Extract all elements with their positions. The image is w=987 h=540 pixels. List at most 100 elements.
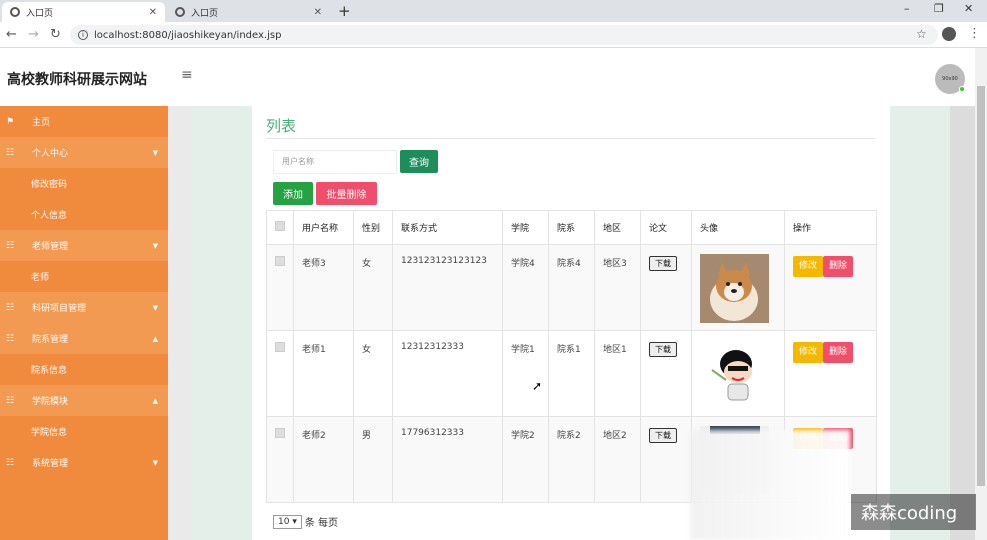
online-status-icon (959, 86, 965, 92)
column-header: 头像 (691, 210, 785, 245)
download-button[interactable]: 下载 (649, 256, 677, 271)
sidebar-item-label: 系统管理 (32, 459, 69, 469)
hamburger-menu-icon[interactable]: ≡ (181, 67, 193, 83)
restore-button[interactable]: ❐ (934, 2, 944, 15)
chevron-up-icon: ▲ (152, 334, 158, 343)
cell-actions: 修改删除 (784, 244, 877, 331)
cell-name: 老师2 (293, 416, 354, 503)
sidebar-item-label: 主页 (32, 118, 51, 128)
sidebar-item-label: 学院信息 (31, 428, 68, 438)
divider (266, 138, 876, 139)
sidebar-item-college-module[interactable]: ☷ 学院模块 ▲ (0, 385, 168, 416)
sidebar-item-dept-mgmt[interactable]: ☷ 院系管理 ▲ (0, 323, 168, 354)
content-background-right (950, 106, 975, 540)
column-header: 性别 (353, 210, 393, 245)
row-select-cell (266, 330, 294, 417)
delete-button[interactable]: 删除 (823, 256, 854, 277)
sidebar-item-label: 修改密码 (31, 180, 68, 190)
content-background (890, 106, 950, 540)
edit-button[interactable]: 修改 (793, 256, 824, 277)
page-size-suffix: 条 每页 (304, 518, 339, 529)
cell-region: 地区3 (594, 244, 641, 331)
close-tab-icon[interactable]: ✕ (314, 7, 322, 18)
cell-paper: 下载 (640, 244, 692, 331)
bookmark-star-icon[interactable]: ☆ (916, 27, 927, 41)
cell-actions: 修改删除 (784, 330, 877, 417)
reload-button[interactable]: ↻ (50, 27, 61, 42)
column-header: 联系方式 (392, 210, 503, 245)
cell-college: 学院4 (502, 244, 549, 331)
user-avatar[interactable]: 90x90 (935, 64, 965, 94)
select-all-checkbox[interactable] (275, 221, 285, 231)
close-window-button[interactable]: ✕ (964, 2, 973, 15)
add-button[interactable]: 添加 (273, 182, 313, 205)
browser-tab[interactable]: 入口页 ✕ (167, 2, 330, 22)
cell-dept: 院系1 (548, 330, 595, 417)
search-input[interactable]: 用户名称 (273, 150, 397, 174)
cell-dept: 院系2 (548, 416, 595, 503)
info-icon[interactable]: i (78, 30, 88, 40)
close-tab-icon[interactable]: ✕ (149, 7, 157, 18)
cartoon-avatar-image (700, 340, 769, 409)
download-button[interactable]: 下载 (649, 428, 677, 443)
edit-button[interactable]: 修改 (793, 342, 824, 363)
back-button[interactable]: ← (6, 27, 17, 42)
new-tab-button[interactable]: + (338, 2, 351, 20)
sidebar-item-teacher-mgmt[interactable]: ☷ 老师管理 ▼ (0, 230, 168, 261)
site-header: 高校教师科研展示网站 ≡ 90x90 (0, 48, 975, 106)
download-button[interactable]: 下载 (649, 342, 677, 357)
batch-delete-button[interactable]: 批量删除 (316, 182, 377, 205)
cell-gender: 男 (353, 416, 393, 503)
sidebar-item-home[interactable]: ⚑ 主页 (0, 106, 168, 137)
table-row: 老师1 女 12312312333 学院1 院系1 地区1 下载 修改 删除 (266, 330, 877, 417)
select-all-cell (266, 210, 294, 245)
url-field[interactable]: i localhost:8080/jiaoshikeyan/index.jsp (70, 25, 938, 45)
cell-paper: 下载 (640, 330, 692, 417)
column-header: 学院 (502, 210, 549, 245)
browser-tab-active[interactable]: 入口页 ✕ (2, 2, 165, 22)
pagination: 10 ▾ 条 每页 (273, 514, 338, 529)
cell-phone: 17796312333 (392, 416, 503, 503)
column-header: 论文 (640, 210, 692, 245)
sidebar-item-teacher[interactable]: 老师 (0, 261, 168, 292)
row-checkbox[interactable] (275, 342, 285, 352)
page-scrollbar[interactable] (975, 48, 987, 540)
scrollbar-thumb[interactable] (977, 86, 985, 486)
column-header: 院系 (548, 210, 595, 245)
query-button[interactable]: 查询 (400, 150, 438, 173)
row-checkbox[interactable] (275, 428, 285, 438)
sidebar-item-system-mgmt[interactable]: ☷ 系统管理 ▼ (0, 447, 168, 478)
table-row: 老师3 女 123123123123123 学院4 院系4 地区3 下载 修改 … (266, 244, 877, 331)
row-select-cell (266, 416, 294, 503)
sidebar-item-change-password[interactable]: 修改密码 (0, 168, 168, 199)
avatar-placeholder-text: 90x90 (942, 76, 958, 82)
browser-menu-icon[interactable]: ⋮ (968, 26, 981, 41)
table-header-row: 用户名称 性别 联系方式 学院 院系 地区 论文 头像 操作 (266, 210, 877, 245)
sidebar-item-personal-info[interactable]: 个人信息 (0, 199, 168, 230)
sidebar-item-personal-center[interactable]: ☷ 个人中心 ▼ (0, 137, 168, 168)
sidebar-item-dept-info[interactable]: 院系信息 (0, 354, 168, 385)
cell-gender: 女 (353, 330, 393, 417)
grid-icon: ☷ (6, 240, 15, 251)
tab-label: 入口页 (26, 8, 54, 19)
sidebar-item-label: 院系信息 (31, 366, 68, 376)
tab-label: 入口页 (191, 8, 219, 19)
page-size-select[interactable]: 10 ▾ (273, 514, 302, 529)
cell-college: 学院2 (502, 416, 549, 503)
delete-button[interactable]: 删除 (823, 342, 854, 363)
cell-dept: 院系4 (548, 244, 595, 331)
sidebar-item-research-mgmt[interactable]: ☷ 科研项目管理 ▼ (0, 292, 168, 323)
cell-phone: 123123123123123 (392, 244, 503, 331)
forward-button[interactable]: → (28, 27, 39, 42)
minimize-button[interactable]: – (904, 2, 910, 15)
cell-paper: 下载 (640, 416, 692, 503)
sidebar-item-label: 老师 (31, 273, 50, 283)
sidebar-item-label: 院系管理 (32, 335, 69, 345)
cell-avatar (691, 330, 785, 417)
sidebar-item-college-info[interactable]: 学院信息 (0, 416, 168, 447)
sidebar: ⚑ 主页 ☷ 个人中心 ▼ 修改密码 个人信息 ☷ 老师管理 ▼ 老师 ☷ 科研… (0, 106, 168, 540)
sidebar-item-label: 个人中心 (32, 149, 69, 159)
row-checkbox[interactable] (275, 256, 285, 266)
mouse-cursor-icon: ➚ (532, 379, 543, 393)
profile-icon[interactable] (942, 27, 956, 41)
